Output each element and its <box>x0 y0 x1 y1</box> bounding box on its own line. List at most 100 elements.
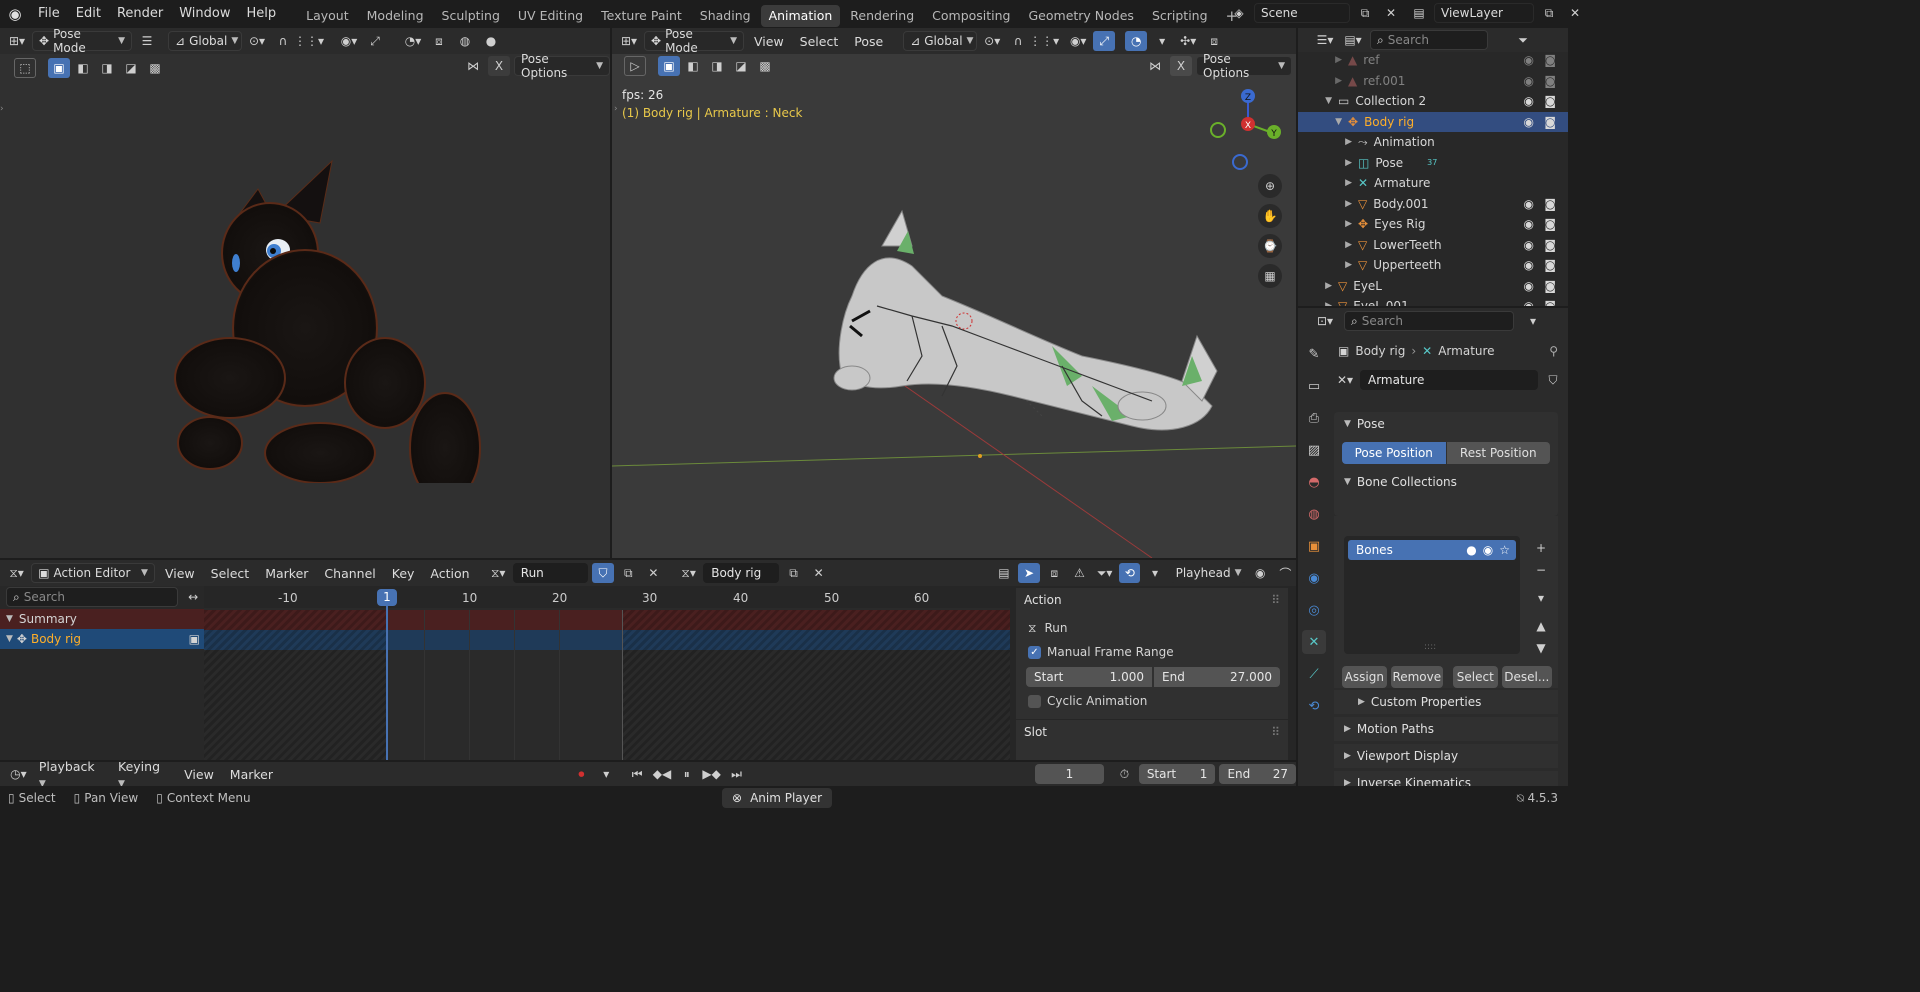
proportional-edit-icon[interactable]: ◉ <box>1250 563 1271 583</box>
slot-browse-icon[interactable]: ⧖▾ <box>678 563 699 583</box>
menu-pose[interactable]: Pose <box>848 34 889 49</box>
pin-icon[interactable]: ⚲ <box>1549 344 1558 358</box>
left-mode-dropdown[interactable]: ✥ Pose Mode ▼ <box>32 27 132 55</box>
duplicate-action-icon[interactable]: ⧉ <box>618 563 639 583</box>
outliner-row[interactable]: ▶ ▽ EyeL ◉ ◙ <box>1298 276 1568 296</box>
tab-texture-paint[interactable]: Texture Paint <box>593 5 690 27</box>
pose-section-header[interactable]: ▼ Pose <box>1334 412 1558 436</box>
outliner-search-input[interactable]: ⌕ Search <box>1370 30 1488 50</box>
viewport-display-header[interactable]: ▶ Viewport Display <box>1334 744 1558 768</box>
show-hidden-icon[interactable]: ⧈ <box>1044 563 1065 583</box>
editor-mode-dropdown[interactable]: ▣ Action Editor ▼ <box>31 563 155 583</box>
eye-icon[interactable]: ◉ <box>1524 115 1534 129</box>
camera-render-icon[interactable]: ◙ <box>1544 94 1556 108</box>
outliner-row[interactable]: ▶ ✥ Eyes Rig ◉ ◙ <box>1298 214 1568 234</box>
delete-viewlayer-icon[interactable]: ✕ <box>1564 3 1586 23</box>
bone-overlay-icon[interactable]: ✣▾ <box>1177 31 1199 51</box>
right-mode-dropdown[interactable]: ✥ Pose Mode ▼ <box>644 27 744 55</box>
auto-snap-icon[interactable]: ⟲ <box>1119 563 1141 583</box>
frame-ruler[interactable] <box>204 586 1010 608</box>
snap-icon[interactable]: ∩ <box>1007 31 1029 51</box>
x-axis-toggle[interactable]: X <box>488 56 510 76</box>
left-viewport[interactable]: ⊞▾ ✥ Pose Mode ▼ ☰ ⊿ Global ▼ ⊙▾ ∩ ⋮⋮▾ ◉▾ ⤢ … <box>0 27 610 558</box>
action-section-header[interactable]: Action ⠿ <box>1016 588 1288 612</box>
eye-icon[interactable]: ◉ <box>1524 94 1534 108</box>
toggle-xray-icon[interactable]: ⧈ <box>1203 31 1225 51</box>
overlay-icon[interactable]: ◔ <box>1125 31 1148 51</box>
outliner-row[interactable]: ▶ ▽ EyeL.001 ◉ ◙ <box>1298 296 1568 306</box>
xray-icon[interactable]: ⧈ <box>428 31 450 51</box>
tab-modeling[interactable]: Modeling <box>359 5 432 27</box>
current-frame-indicator[interactable]: 1 <box>377 589 397 606</box>
wireframe-icon[interactable]: ◍ <box>454 31 476 51</box>
navigation-gizmo[interactable]: Z X Y <box>1204 88 1288 172</box>
menu-render[interactable]: Render <box>109 0 171 28</box>
add-collection-icon[interactable]: + <box>1530 538 1552 558</box>
move-down-icon[interactable]: ▼ <box>1530 638 1552 658</box>
camera-render-icon[interactable]: ◙ <box>1544 238 1556 252</box>
armature-browse-icon[interactable]: ✕▾ <box>1334 370 1356 390</box>
jump-start-icon[interactable]: ⏮ <box>627 764 648 784</box>
expand-chevron-icon[interactable]: ▶ <box>1298 260 1358 270</box>
eye-icon[interactable]: ◉ <box>1524 238 1534 252</box>
select-extend-icon[interactable]: ◧ <box>72 58 94 78</box>
mirror-icon[interactable]: ⋈ <box>462 56 484 76</box>
delete-scene-icon[interactable]: ✕ <box>1380 3 1402 23</box>
outliner-row[interactable]: ▶ ▽ LowerTeeth ◉ ◙ <box>1298 235 1568 255</box>
tool-select-icon[interactable]: ⬚ <box>14 58 36 78</box>
outliner-row[interactable]: ▶ ▽ Upperteeth ◉ ◙ <box>1298 255 1568 275</box>
proportional-falloff-icon[interactable]: ⌒ <box>1275 563 1296 583</box>
action-browse-icon[interactable]: ⧖▾ <box>488 563 509 583</box>
properties-options-icon[interactable]: ▾ <box>1522 311 1544 331</box>
eye-icon[interactable]: ◉ <box>1524 217 1534 231</box>
expand-chevron-icon[interactable]: ▶ <box>1298 301 1338 306</box>
mirror-icon[interactable]: ⋈ <box>1144 56 1166 76</box>
tab-compositing[interactable]: Compositing <box>924 5 1018 27</box>
record-icon[interactable]: ⏺ <box>571 764 592 784</box>
filters-icon[interactable]: ⏷▾ <box>1094 563 1115 583</box>
menu-view[interactable]: View <box>748 34 790 49</box>
eye-icon[interactable]: ◉ <box>1524 53 1534 67</box>
timeline-end-field[interactable]: End 27 <box>1219 764 1297 784</box>
camera-render-icon[interactable]: ◙ <box>1544 53 1556 67</box>
channel-summary[interactable]: ▼ Summary <box>0 609 204 629</box>
ae-menu-channel[interactable]: Channel <box>318 566 381 581</box>
eye-icon[interactable]: ◉ <box>1524 74 1534 88</box>
expand-chevron-icon[interactable]: ▼ <box>1298 96 1338 106</box>
snap-settings-icon[interactable]: ⋮⋮▾ <box>294 31 324 51</box>
tab-scripting[interactable]: Scripting <box>1144 5 1216 27</box>
ae-menu-view[interactable]: View <box>159 566 201 581</box>
select-intersect-icon[interactable]: ▩ <box>754 56 776 76</box>
solo-dot-icon[interactable]: ● <box>1466 543 1476 557</box>
scene-icon[interactable]: ◈ <box>1228 3 1250 23</box>
pivot-icon[interactable]: ⊙▾ <box>981 31 1003 51</box>
outliner-row[interactable]: ▶ ▲ ref.001 ◉ ◙ <box>1298 71 1568 91</box>
eye-icon[interactable]: ◉ <box>1524 258 1534 272</box>
eye-icon[interactable]: ◉ <box>1524 197 1534 211</box>
left-toolbar-toggle-icon[interactable]: › <box>0 104 6 118</box>
bone-tab-icon[interactable]: ⟋ <box>1302 662 1326 686</box>
drag-handle-icon[interactable]: ⠿ <box>1271 593 1280 607</box>
x-axis-toggle[interactable]: X <box>1170 56 1192 76</box>
channel-toggle-icon[interactable]: ▣ <box>189 632 200 646</box>
expand-chevron-icon[interactable]: ▶ <box>1298 178 1358 188</box>
camera-render-icon[interactable]: ◙ <box>1544 299 1556 306</box>
tab-shading[interactable]: Shading <box>692 5 759 27</box>
select-extend-icon[interactable]: ◧ <box>682 56 704 76</box>
eye-icon[interactable]: ◉ <box>1483 543 1493 557</box>
tab-layout[interactable]: Layout <box>298 5 357 27</box>
start-frame-field[interactable]: Start 1.000 <box>1026 667 1152 687</box>
select-subtract-icon[interactable]: ◨ <box>706 56 728 76</box>
assign-button[interactable]: Assign <box>1342 666 1387 688</box>
motion-paths-header[interactable]: ▶ Motion Paths <box>1334 717 1558 741</box>
output-tab-icon[interactable]: ⎙ <box>1302 406 1326 430</box>
physics-tab-icon[interactable]: ◎ <box>1302 598 1326 622</box>
menu-playback[interactable]: Playback ▼ <box>33 759 108 789</box>
ae-menu-key[interactable]: Key <box>386 566 421 581</box>
select-subtract-icon[interactable]: ◨ <box>96 58 118 78</box>
solid-icon[interactable]: ● <box>480 31 502 51</box>
outliner-row[interactable]: ▼ ▭ Collection 2 ◉ ◙ <box>1298 91 1568 111</box>
display-mode-icon[interactable]: ▤▾ <box>1342 30 1364 50</box>
visibility-icon[interactable]: ◉▾ <box>1067 31 1089 51</box>
keyframe-region[interactable]: -10 1 10 20 30 40 50 60 <box>204 586 1010 760</box>
